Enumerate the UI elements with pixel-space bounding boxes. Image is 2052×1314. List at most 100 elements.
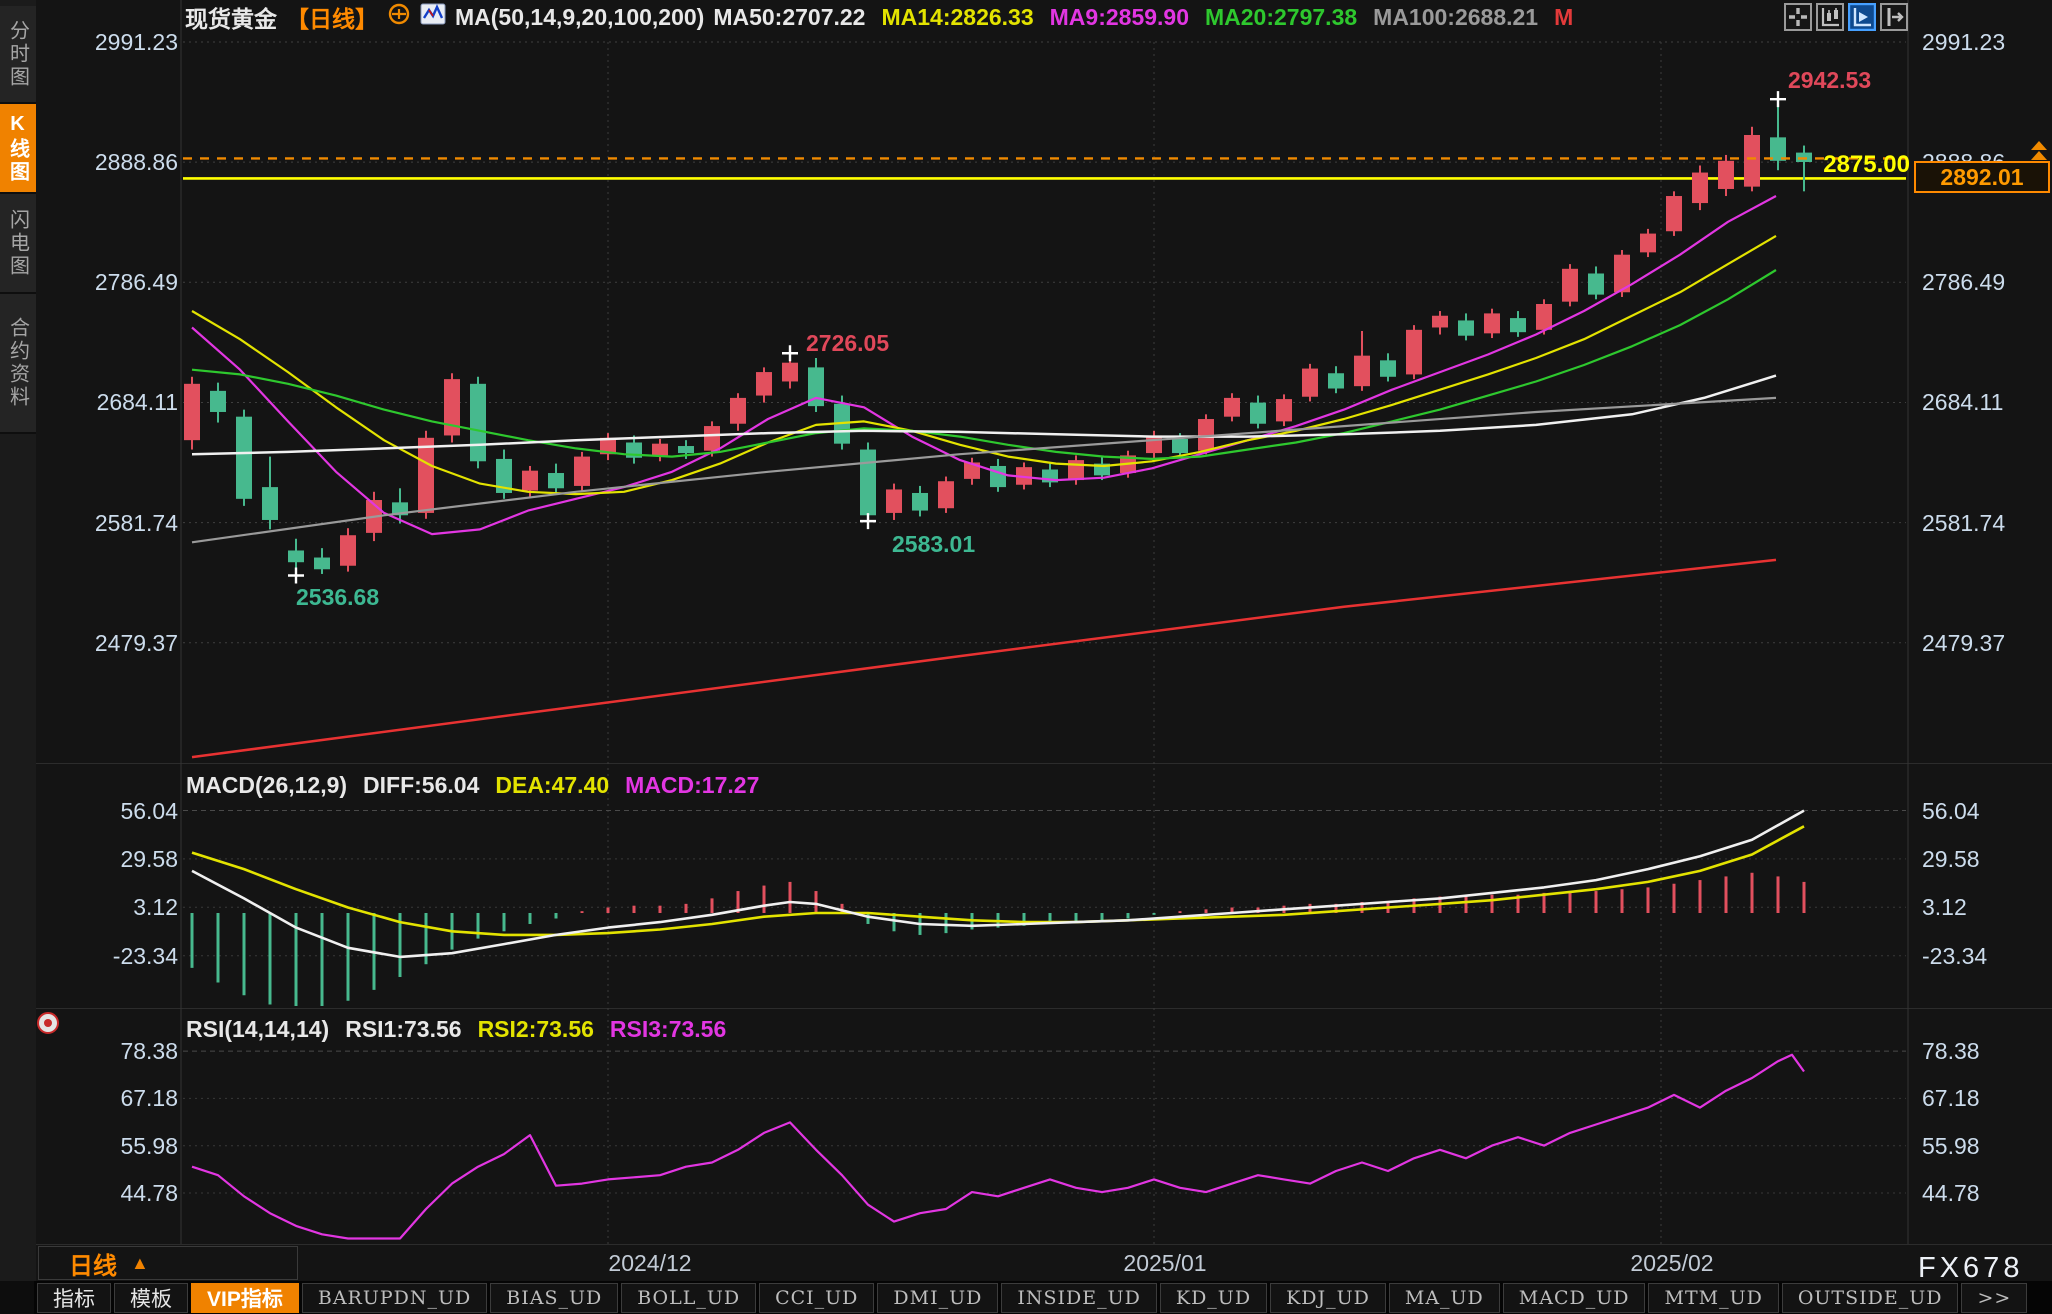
candle-body[interactable] [548,473,564,488]
period-tag[interactable]: 【日线】 [286,0,378,34]
macd-axis-label-right-0: 56.04 [1922,798,1980,825]
tab-BARUPDN_UD[interactable]: BARUPDN_UD [302,1283,487,1313]
mini-chart-icon[interactable] [420,2,446,32]
price-axis-label-right-3: 2684.11 [1922,389,2003,416]
rsi-axis-label-left-3: 44.78 [78,1180,178,1207]
candle-body[interactable] [912,493,928,511]
candle-body[interactable] [860,450,876,516]
rsi-name[interactable]: RSI(14,14,14) [186,1016,329,1043]
candle-body[interactable] [1380,360,1396,376]
candle-body[interactable] [1172,439,1188,453]
candle-body[interactable] [262,487,278,520]
tab-MTM_UD[interactable]: MTM_UD [1648,1283,1778,1313]
candle-body[interactable] [730,398,746,424]
macd-name[interactable]: MACD(26,12,9) [186,772,347,799]
annotation-low-2583: 2583.01 [892,531,975,558]
candle-body[interactable] [470,384,486,461]
candle-body[interactable] [288,550,304,562]
candle-body[interactable] [1146,435,1162,453]
candle-body[interactable] [340,535,356,566]
tab--[interactable]: 指标 [37,1283,111,1313]
rsi-axis-label-left-2: 55.98 [78,1133,178,1160]
tab-BIAS_UD[interactable]: BIAS_UD [490,1283,618,1313]
macd-axis-label-left-1: 29.58 [78,846,178,873]
candle-body[interactable] [184,384,200,440]
tab-MA_UD[interactable]: MA_UD [1389,1283,1500,1313]
period-up-arrow-icon: ▲ [131,1253,149,1274]
candle-body[interactable] [1068,460,1084,480]
candle-body[interactable] [1406,330,1422,375]
tab-MACD_UD[interactable]: MACD_UD [1503,1283,1646,1313]
candle-body[interactable] [418,438,434,513]
tab-VIP-[interactable]: VIP指标 [191,1283,299,1313]
candle-body[interactable] [1510,318,1526,332]
candle-body[interactable] [938,481,954,508]
candle-body[interactable] [1328,373,1344,388]
macd-diff-value: DIFF:56.04 [363,772,479,799]
candle-body[interactable] [782,363,798,382]
candle-body[interactable] [990,466,1006,487]
macd-axis-label-right-2: 3.12 [1922,894,1967,921]
extreme-cross-marker [288,568,304,584]
macd-header: MACD(26,12,9) DIFF:56.04 DEA:47.40 MACD:… [186,772,759,799]
candle-body[interactable] [1432,316,1448,328]
candle-body[interactable] [1276,399,1292,421]
candle-body[interactable] [210,391,226,412]
tab-BOLL_UD[interactable]: BOLL_UD [621,1283,756,1313]
macd-macd-value: MACD:17.27 [625,772,759,799]
candle-body[interactable] [1224,398,1240,417]
candle-body[interactable] [314,558,330,570]
x-axis-label-2: 2025/02 [1630,1250,1713,1277]
candle-body[interactable] [652,444,668,456]
tab-DMI_UD[interactable]: DMI_UD [877,1283,998,1313]
candle-body[interactable] [1250,403,1266,424]
extreme-cross-marker [782,345,798,361]
candle-body[interactable] [704,426,720,451]
symbol-name: 现货黄金 [185,0,277,34]
period-selector[interactable]: 日线 ▲ [38,1246,298,1280]
price-axis-label-left-0: 2991.23 [78,29,178,56]
tab->>[interactable]: >> [1961,1283,2027,1313]
horizontal-line-price-label[interactable]: 2875.00 [1710,151,1910,179]
ma-line-MA200 [192,560,1776,757]
candle-body[interactable] [678,446,694,453]
rsi-header: RSI(14,14,14) RSI1:73.56 RSI2:73.56 RSI3… [186,1016,726,1043]
candle-body[interactable] [1562,269,1578,302]
candle-body[interactable] [522,471,538,491]
axis-play-icon[interactable] [1848,3,1876,31]
candle-body[interactable] [1588,273,1604,294]
price-axis-label-left-3: 2684.11 [78,389,178,416]
rsi-axis-label-right-3: 44.78 [1922,1180,1980,1207]
price-axis-label-left-5: 2479.37 [78,630,178,657]
macd-diff-line [192,811,1804,957]
axis-exit-icon[interactable] [1880,3,1908,31]
candle-body[interactable] [1640,234,1656,253]
record-target-icon[interactable] [37,1012,59,1034]
candle-body[interactable] [1458,320,1474,335]
axis-candle-icon[interactable] [1816,3,1844,31]
candle-body[interactable] [1302,369,1318,397]
circle-plus-icon[interactable] [387,2,411,32]
ma-value-0: MA50:2707.22 [713,4,865,30]
candle-body[interactable] [1692,173,1708,204]
tab-KD_UD[interactable]: KD_UD [1160,1283,1267,1313]
candle-body[interactable] [574,457,590,486]
ma-value-2: MA9:2859.90 [1050,4,1189,30]
chart-canvas[interactable] [0,0,2052,1246]
candle-body[interactable] [1666,196,1682,231]
tab-KDJ_UD[interactable]: KDJ_UD [1270,1283,1386,1313]
candle-body[interactable] [1484,313,1500,333]
rsi-axis-label-left-0: 78.38 [78,1038,178,1065]
candle-body[interactable] [1536,304,1552,330]
tab-OUTSIDE_UD[interactable]: OUTSIDE_UD [1782,1283,1959,1313]
tab-INSIDE_UD[interactable]: INSIDE_UD [1001,1283,1157,1313]
rsi3-value: RSI3:73.56 [610,1016,726,1043]
trading-app: 分时图K线图闪电图合约资料 现货黄金 【日线】 MA(50,14,9,20,10… [0,0,2052,1314]
tab-CCI_UD[interactable]: CCI_UD [759,1283,874,1313]
candle-body[interactable] [1354,356,1370,387]
candle-body[interactable] [886,489,902,512]
candle-body[interactable] [756,372,772,395]
candle-body[interactable] [236,417,252,499]
crosshair-icon[interactable] [1784,3,1812,31]
tab--[interactable]: 模板 [114,1283,188,1313]
